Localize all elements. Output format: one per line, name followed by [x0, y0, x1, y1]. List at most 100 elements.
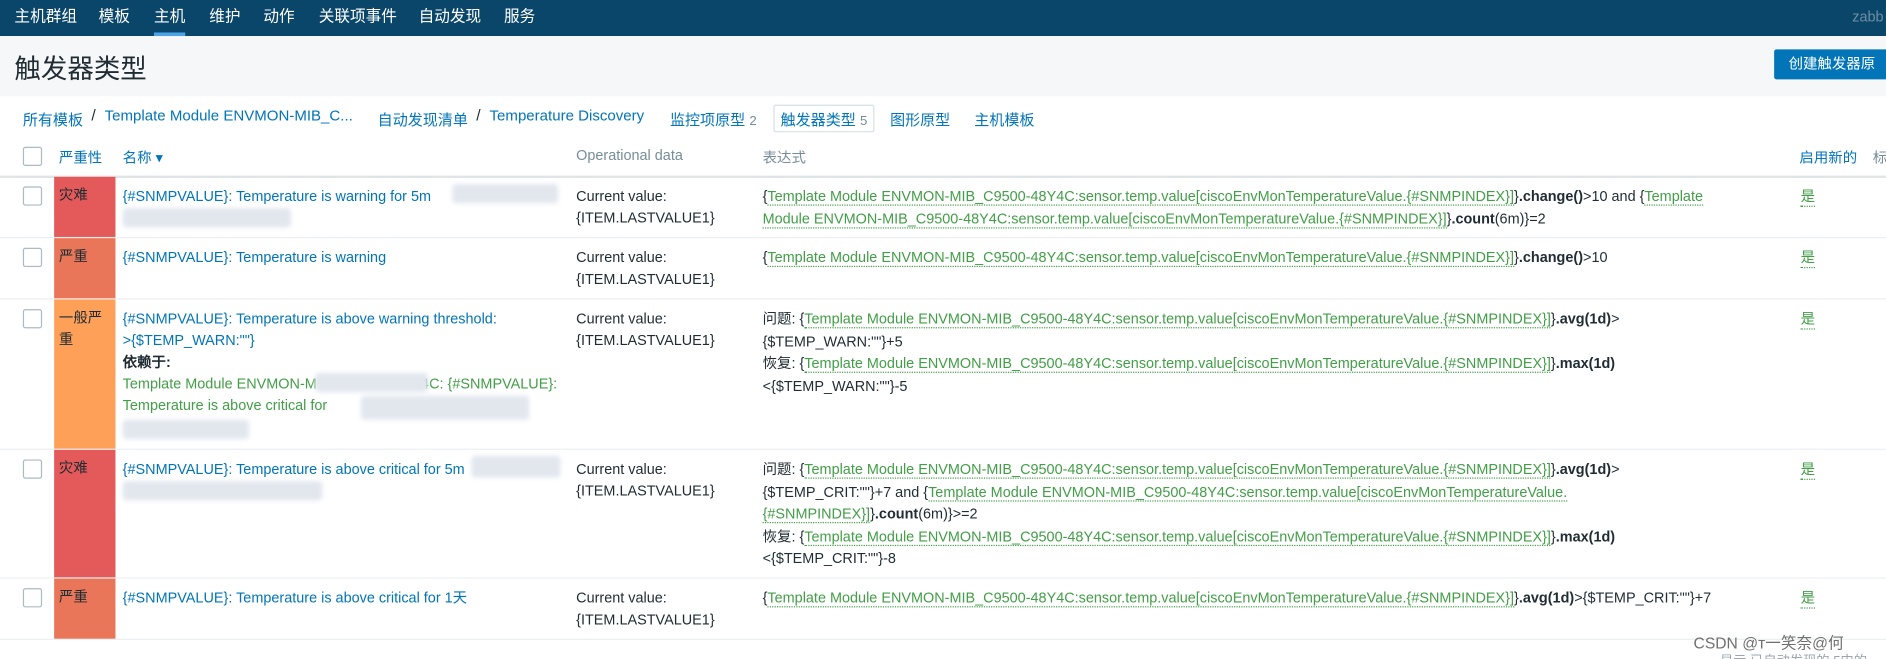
depends-on-label: 依赖于:: [122, 353, 171, 371]
expression-text: {$TEMP_CRIT:""}+7 and {: [762, 482, 929, 500]
severity-cell-average: 一般严重: [54, 299, 116, 449]
expression-text: >{$TEMP_CRIT:""}+7: [1574, 589, 1712, 607]
redacted-area: [360, 395, 530, 420]
function-name: .avg(1d): [1555, 460, 1612, 478]
opdata-line: {ITEM.LASTVALUE1}: [576, 209, 715, 227]
header-more: 标: [1872, 149, 1886, 166]
tab-item-prototypes-label: 监控项原型: [669, 111, 746, 129]
function-name: .avg(1d): [1518, 589, 1575, 607]
item-key-link[interactable]: {#SNMPINDEX}]: [762, 505, 870, 524]
select-all-checkbox[interactable]: [22, 146, 43, 166]
breadcrumb-discovery-rule[interactable]: Temperature Discovery: [490, 107, 645, 124]
item-key-link[interactable]: Template Module ENVMON-MIB_C9500-48Y4C:s…: [804, 354, 1551, 373]
trigger-name-link[interactable]: {#SNMPVALUE}: Temperature is above criti…: [123, 587, 568, 609]
severity-cell-high: 严重: [54, 238, 116, 299]
trigger-name-link[interactable]: >{$TEMP_WARN:""}: [123, 330, 568, 352]
nav-maintenance[interactable]: 维护: [209, 0, 240, 36]
item-key-link[interactable]: Template Module ENVMON-MIB_C9500-48Y4C:s…: [767, 248, 1515, 268]
zabbix-logo: zabb: [1852, 8, 1884, 26]
create-enabled-toggle[interactable]: 是: [1800, 308, 1816, 330]
breadcrumb-discovery-list[interactable]: 自动发现清单: [378, 107, 468, 130]
function-name: .max(1d): [1555, 527, 1616, 545]
item-key-link[interactable]: Template Module ENVMON-MIB_C9500-48Y4C:s…: [804, 460, 1551, 479]
redacted-area: [315, 372, 429, 393]
item-key-link[interactable]: Template Module ENVMON-MIB_C9500-48Y4C:s…: [804, 527, 1551, 546]
nav-event-correlation[interactable]: 关联项事件: [319, 0, 397, 36]
expression-text: {$TEMP_WARN:""}+5: [762, 332, 903, 350]
item-key-link[interactable]: Template Module ENVMON-MIB_C9500-48Y4C:s…: [767, 589, 1515, 608]
expression-text: <{$TEMP_WARN:""}-5: [762, 377, 908, 394]
expression-text: >10: [1583, 248, 1608, 266]
nav-actions[interactable]: 动作: [263, 0, 294, 36]
table-row: 一般严重 {#SNMPVALUE}: Temperature is above …: [0, 299, 1886, 450]
operational-data: Current value: {ITEM.LASTVALUE1}: [576, 308, 744, 351]
recovery-label: 恢复:: [762, 354, 796, 372]
create-enabled-toggle[interactable]: 是: [1800, 587, 1816, 609]
severity-cell-disaster: 灾难: [54, 449, 116, 578]
redacted-area: [471, 455, 561, 478]
operational-data: Current value: {ITEM.LASTVALUE1}: [576, 458, 744, 501]
header-severity[interactable]: 严重性: [59, 147, 102, 167]
tab-trigger-prototypes[interactable]: 触发器类型 5: [773, 104, 875, 133]
breadcrumb-separator: /: [91, 105, 96, 124]
opdata-line: Current value:: [576, 187, 667, 205]
table-header-row: 严重性 名称 ▾ Operational data 表达式 启用新的 标: [0, 140, 1886, 179]
page-title: 触发器类型: [14, 54, 147, 85]
row-checkbox[interactable]: [22, 309, 43, 329]
nav-templates[interactable]: 模板: [99, 0, 130, 36]
operational-data: Current value: {ITEM.LASTVALUE1}: [576, 247, 744, 290]
table-row: 灾难 {#SNMPVALUE}: Temperature is above cr…: [0, 449, 1886, 579]
item-key-link[interactable]: Template Module ENVMON-MIB_C9500-48Y4C:s…: [767, 187, 1515, 206]
nav-services[interactable]: 服务: [504, 0, 535, 36]
trigger-name-link[interactable]: {#SNMPVALUE}: Temperature is warning: [123, 247, 568, 269]
create-trigger-prototype-button[interactable]: 创建触发器原: [1774, 49, 1886, 80]
nav-hosts[interactable]: 主机: [153, 0, 186, 37]
expression-text: >10 and {: [1583, 187, 1645, 205]
create-enabled-toggle[interactable]: 是: [1800, 458, 1816, 480]
row-checkbox[interactable]: [22, 247, 43, 268]
function-name: .count: [1451, 209, 1495, 227]
tab-trigger-prototypes-label: 触发器类型: [780, 111, 856, 129]
item-key-link[interactable]: Template: [1644, 187, 1703, 206]
table-row: 灾难 {#SNMPVALUE}: Temperature is warning …: [0, 176, 1886, 239]
item-key-link[interactable]: Template Module ENVMON-MIB_C9500-48Y4C:s…: [804, 310, 1551, 329]
opdata-line: {ITEM.LASTVALUE1}: [576, 331, 715, 349]
header-name[interactable]: 名称 ▾: [123, 147, 163, 167]
opdata-line: Current value:: [576, 589, 667, 607]
zabbix-page: 主机群组 模板 主机 维护 动作 关联项事件 自动发现 服务 zabb 触发器类…: [0, 0, 1886, 659]
item-key-link[interactable]: Template Module ENVMON-MIB_C9500-48Y4C:s…: [928, 482, 1568, 501]
operational-data: Current value: {ITEM.LASTVALUE1}: [576, 587, 744, 630]
header-create-enabled[interactable]: 启用新的: [1799, 147, 1857, 167]
create-enabled-toggle[interactable]: 是: [1800, 185, 1816, 207]
nav-host-groups[interactable]: 主机群组: [14, 0, 77, 36]
function-name: .change(): [1518, 187, 1584, 205]
item-key-link[interactable]: Module ENVMON-MIB_C9500-48Y4C:sensor.tem…: [762, 209, 1447, 228]
expression: {Template Module ENVMON-MIB_C9500-48Y4C:…: [762, 589, 1712, 608]
expression: 问题: {Template Module ENVMON-MIB_C9500-48…: [762, 310, 1620, 394]
table-row: 严重 {#SNMPVALUE}: Temperature is above cr…: [0, 578, 1886, 640]
tab-trigger-prototypes-count: 5: [860, 114, 868, 129]
opdata-line: Current value:: [576, 310, 667, 328]
row-checkbox[interactable]: [22, 588, 43, 608]
header-expression: 表达式: [762, 149, 806, 166]
breadcrumb: 所有模板 / Template Module ENVMON-MIB_C... 自…: [0, 96, 1886, 139]
redacted-area: [122, 208, 292, 228]
trigger-name-link[interactable]: {#SNMPVALUE}: Temperature is above warni…: [123, 308, 568, 330]
tab-item-prototypes-count: 2: [749, 114, 757, 129]
row-checkbox[interactable]: [22, 186, 43, 206]
function-name: .avg(1d): [1555, 310, 1612, 328]
breadcrumb-all-templates[interactable]: 所有模板: [23, 107, 83, 130]
tab-item-prototypes[interactable]: 监控项原型 2: [670, 107, 757, 130]
tab-host-prototypes[interactable]: 主机模板: [974, 107, 1034, 130]
expression-text: >: [1611, 310, 1620, 328]
row-checkbox[interactable]: [22, 459, 43, 479]
dependency-text: Template Module ENVMON-M: [122, 375, 317, 393]
severity-cell-disaster: 灾难: [54, 176, 116, 237]
nav-discovery[interactable]: 自动发现: [419, 0, 482, 36]
breadcrumb-separator: /: [476, 105, 481, 124]
create-enabled-toggle[interactable]: 是: [1800, 247, 1816, 269]
tab-graph-prototypes[interactable]: 图形原型: [890, 107, 950, 130]
expression: 问题: {Template Module ENVMON-MIB_C9500-48…: [762, 460, 1620, 567]
redacted-area: [122, 481, 323, 501]
breadcrumb-template[interactable]: Template Module ENVMON-MIB_C...: [105, 107, 353, 124]
